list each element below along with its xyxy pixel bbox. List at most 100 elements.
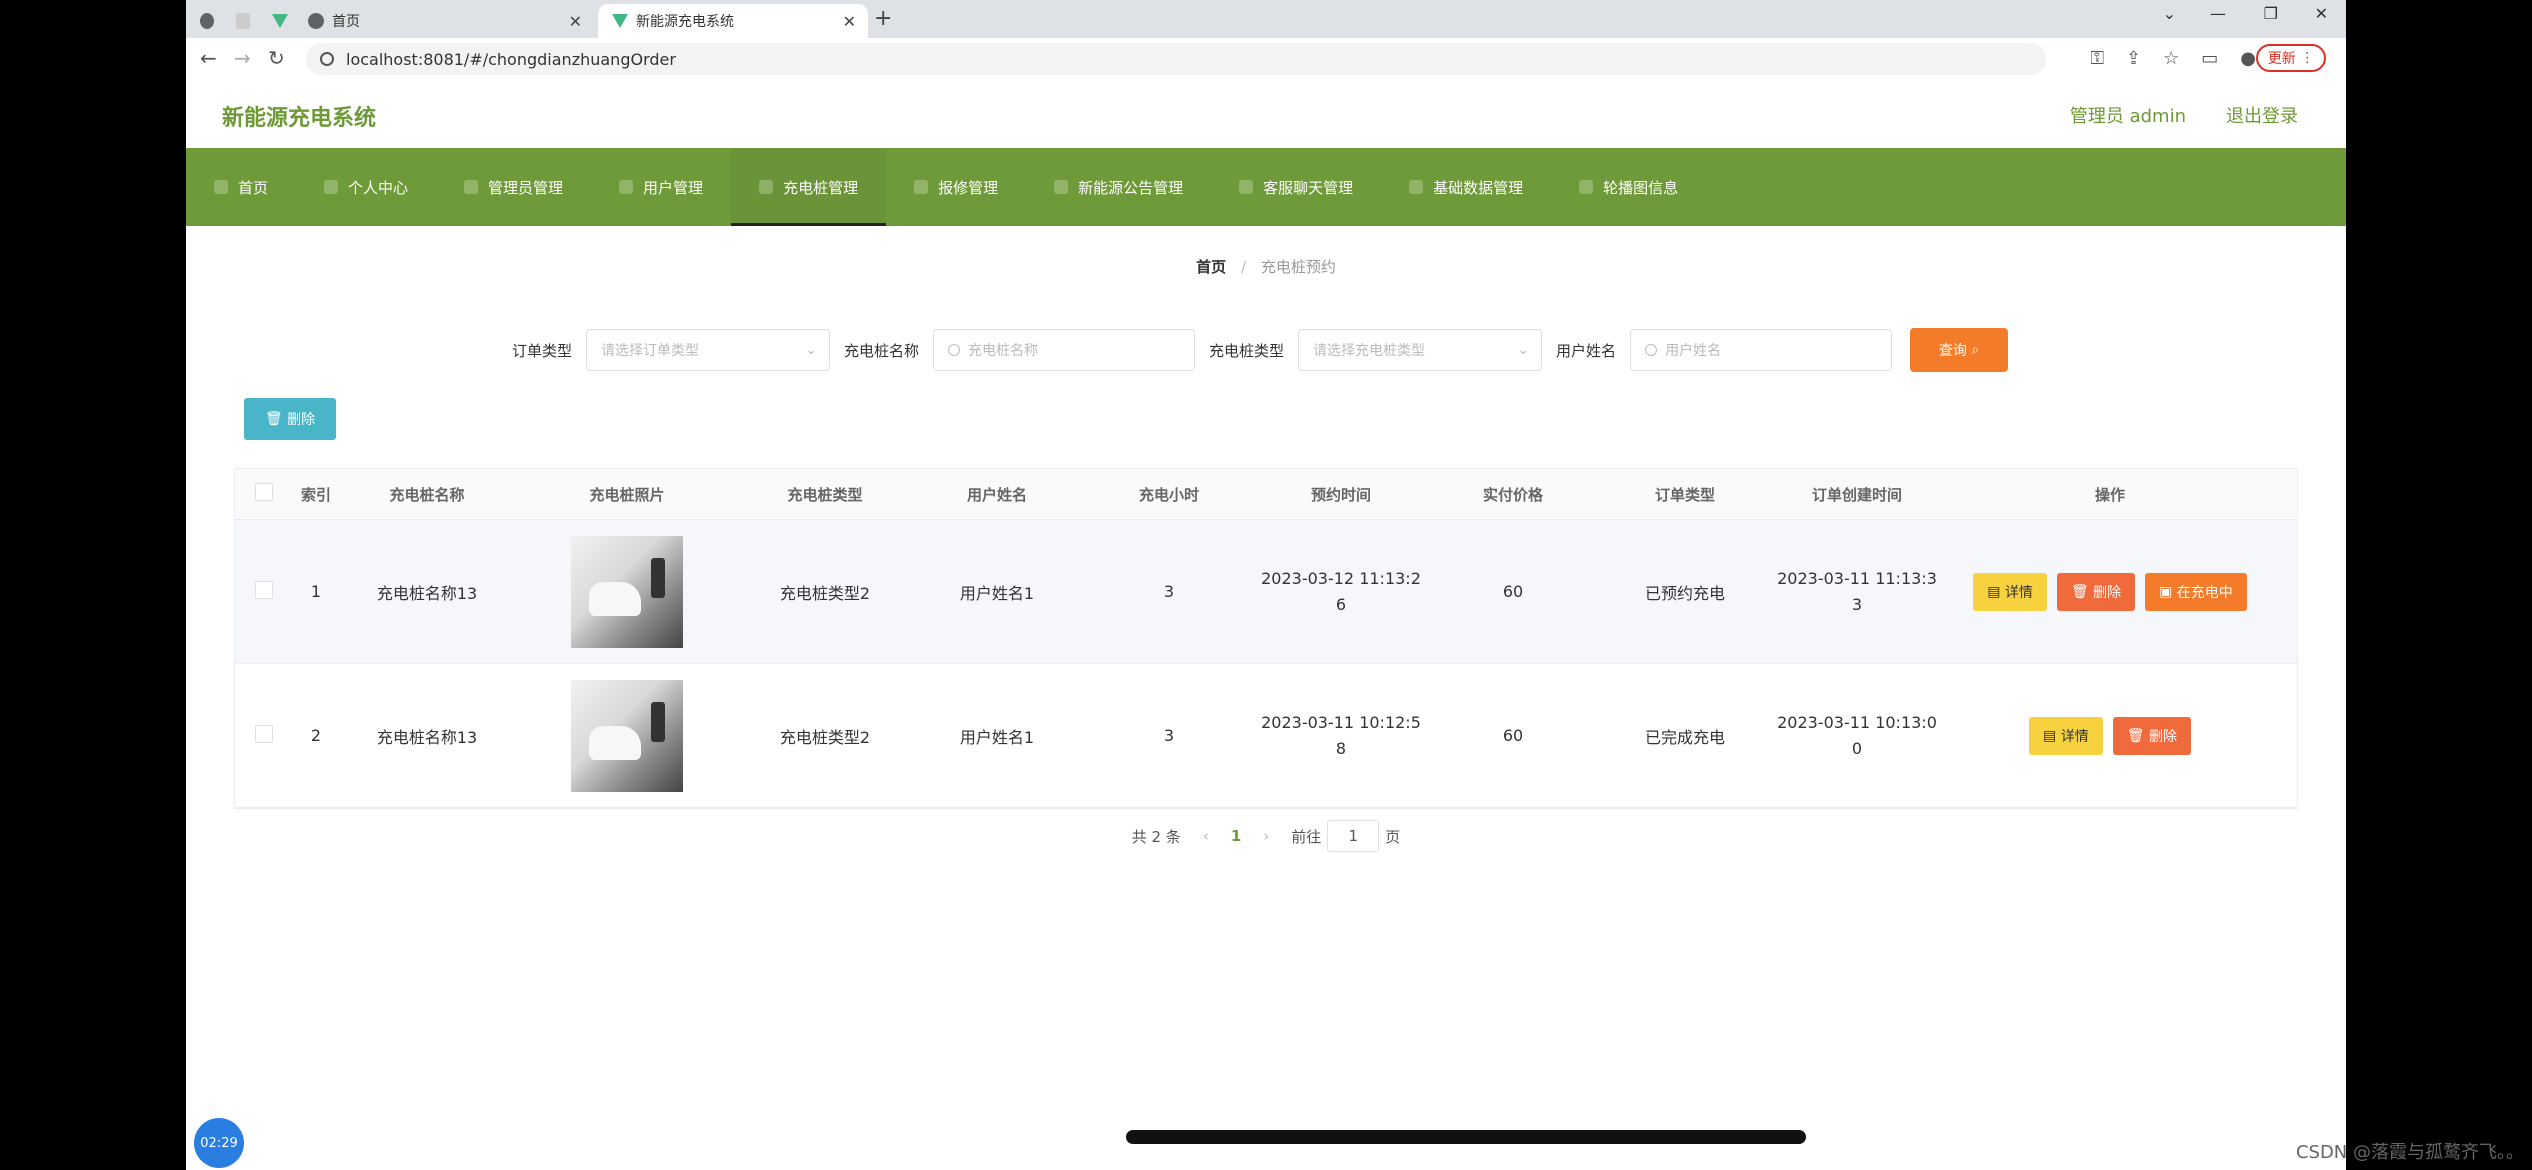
search-icon xyxy=(948,344,961,356)
document-icon: ▤ xyxy=(1987,583,2001,600)
header-reserve-time[interactable]: 预约时间 xyxy=(1255,484,1427,505)
row-select-cell xyxy=(235,724,293,747)
row-checkbox[interactable] xyxy=(255,580,273,599)
header-pile-type[interactable]: 充电桩类型 xyxy=(739,484,911,505)
tab-label: 首页 xyxy=(332,14,360,30)
header-pile-name[interactable]: 充电桩名称 xyxy=(339,484,515,505)
nav-item-home[interactable]: 首页 xyxy=(186,148,296,226)
logout-link[interactable]: 退出登录 xyxy=(2226,102,2298,128)
page-icon xyxy=(236,13,250,29)
forward-icon[interactable]: → xyxy=(234,46,251,70)
nav-item-users[interactable]: 用户管理 xyxy=(591,148,731,226)
browser-tab-home[interactable]: 首页 ✕ xyxy=(294,4,594,38)
header-created-time[interactable]: 订单创建时间 xyxy=(1771,484,1943,505)
total-count: 共 2 条 xyxy=(1131,827,1181,846)
detail-button[interactable]: ▤ 详情 xyxy=(2029,716,2103,755)
cell-pile-photo xyxy=(515,535,739,648)
vue-icon xyxy=(272,14,288,28)
breadcrumb-home[interactable]: 首页 xyxy=(1196,258,1226,276)
detail-button[interactable]: ▤ 详情 xyxy=(1973,572,2047,611)
order-type-select[interactable]: 请选择订单类型 ⌄ xyxy=(586,329,831,371)
bulk-delete-button[interactable]: 🗑︎ 删除 xyxy=(244,398,336,440)
profile-icon[interactable]: ● xyxy=(2240,48,2256,69)
nav-item-base-data[interactable]: 基础数据管理 xyxy=(1381,148,1551,226)
update-button[interactable]: 更新 ⋮ xyxy=(2256,44,2326,72)
browser-tab[interactable] xyxy=(186,4,222,38)
header-index[interactable]: 索引 xyxy=(293,484,339,505)
nav-item-admins[interactable]: 管理员管理 xyxy=(436,148,591,226)
created-time-line: 2023-03-11 11:13:3 xyxy=(1777,568,1937,588)
select-all-checkbox[interactable] xyxy=(255,483,273,501)
trash-icon: 🗑︎ xyxy=(2070,583,2089,600)
orders-table: 索引 充电桩名称 充电桩照片 充电桩类型 用户姓名 充电小时 预约时间 实付价格… xyxy=(234,468,2298,809)
star-icon[interactable]: ☆ xyxy=(2163,48,2179,69)
url-input[interactable]: localhost:8081/#/chongdianzhuangOrder xyxy=(306,43,2046,75)
chat-icon xyxy=(1239,180,1254,194)
window-close-icon[interactable]: ✕ xyxy=(2315,4,2328,23)
browser-tab[interactable] xyxy=(222,4,258,38)
restore-icon[interactable]: ❐ xyxy=(2264,4,2278,23)
prev-page-icon[interactable]: ‹ xyxy=(1203,827,1209,845)
reserve-time-line: 2023-03-12 11:13:2 xyxy=(1261,568,1421,588)
sidebar-icon[interactable]: ▭ xyxy=(2201,48,2218,69)
header-hours[interactable]: 充电小时 xyxy=(1083,484,1255,505)
nav-label: 首页 xyxy=(238,178,269,197)
cell-actions: ▤ 详情 🗑︎ 删除 ▣ 在充电中 xyxy=(1943,572,2277,611)
row-checkbox[interactable] xyxy=(255,724,273,743)
pagination: 共 2 条 ‹ 1 › 前往 1 页 xyxy=(186,820,2346,852)
new-tab-icon[interactable]: + xyxy=(874,6,892,31)
nav-item-charging-piles[interactable]: 充电桩管理 xyxy=(731,148,887,226)
breadcrumb-current: 充电桩预约 xyxy=(1260,258,1336,276)
pile-type-select[interactable]: 请选择充电桩类型 ⌄ xyxy=(1298,329,1543,371)
nav-label: 个人中心 xyxy=(348,178,409,197)
page-suffix: 页 xyxy=(1385,827,1401,846)
nav-item-profile[interactable]: 个人中心 xyxy=(296,148,436,226)
next-page-icon[interactable]: › xyxy=(1263,827,1269,845)
cell-hours: 3 xyxy=(1163,582,1175,601)
header-price[interactable]: 实付价格 xyxy=(1427,484,1599,505)
pile-photo[interactable] xyxy=(571,535,683,648)
charging-button[interactable]: ▣ 在充电中 xyxy=(2145,572,2247,611)
reserve-time-line: 8 xyxy=(1335,738,1347,758)
nav-item-carousel[interactable]: 轮播图信息 xyxy=(1551,148,1706,226)
page-number[interactable]: 1 xyxy=(1231,827,1241,845)
info-icon[interactable] xyxy=(320,52,334,66)
reload-icon[interactable]: ↻ xyxy=(268,46,285,70)
document-icon: ▤ xyxy=(2043,727,2057,744)
nav-label: 管理员管理 xyxy=(488,178,564,197)
header-pile-photo[interactable]: 充电桩照片 xyxy=(515,484,739,505)
table-row: 1 充电桩名称13 充电桩类型2 用户姓名1 3 2023-03-12 11:1… xyxy=(235,520,2297,664)
row-select-cell xyxy=(235,580,293,603)
cell-pile-name: 充电桩名称13 xyxy=(376,727,478,747)
pile-photo[interactable] xyxy=(571,679,683,792)
share-icon[interactable]: ⇪ xyxy=(2126,48,2141,69)
key-icon[interactable]: ⚿ xyxy=(2090,48,2104,69)
card-icon: ▣ xyxy=(2159,583,2173,600)
browser-tab[interactable] xyxy=(258,4,294,38)
close-icon[interactable]: ✕ xyxy=(569,12,582,31)
cell-reserve-time: 2023-03-12 11:13:2 6 xyxy=(1255,566,1427,618)
close-icon[interactable]: ✕ xyxy=(843,12,856,31)
back-icon[interactable]: ← xyxy=(200,46,217,70)
query-label: 查询 xyxy=(1938,343,1967,359)
chevron-down-icon[interactable]: ⌄ xyxy=(2163,4,2176,23)
user-name-input[interactable]: 用户姓名 xyxy=(1630,329,1893,371)
pile-name-label: 充电桩名称 xyxy=(844,341,920,360)
nav-item-repairs[interactable]: 报修管理 xyxy=(886,148,1026,226)
pile-name-input[interactable]: 充电桩名称 xyxy=(933,329,1196,371)
browser-tab-active[interactable]: 新能源充电系统 ✕ xyxy=(598,4,868,38)
minimize-icon[interactable]: — xyxy=(2210,4,2226,23)
delete-button[interactable]: 🗑︎ 删除 xyxy=(2112,716,2191,755)
nav-label: 轮播图信息 xyxy=(1603,178,1679,197)
query-button[interactable]: 查询 ⌕ xyxy=(1910,328,2009,372)
select-all-cell xyxy=(235,483,293,505)
header-order-type[interactable]: 订单类型 xyxy=(1599,484,1771,505)
app-title: 新能源充电系统 xyxy=(222,106,377,131)
nav-item-chat[interactable]: 客服聊天管理 xyxy=(1211,148,1381,226)
header-user-name[interactable]: 用户姓名 xyxy=(911,484,1083,505)
search-icon: ⌕ xyxy=(1971,342,1980,358)
browser-toolbar: ⚿ ⇪ ☆ ▭ ● xyxy=(2090,48,2256,69)
delete-button[interactable]: 🗑︎ 删除 xyxy=(2056,572,2136,611)
nav-item-announcements[interactable]: 新能源公告管理 xyxy=(1026,148,1211,226)
goto-page-input[interactable]: 1 xyxy=(1327,820,1380,852)
